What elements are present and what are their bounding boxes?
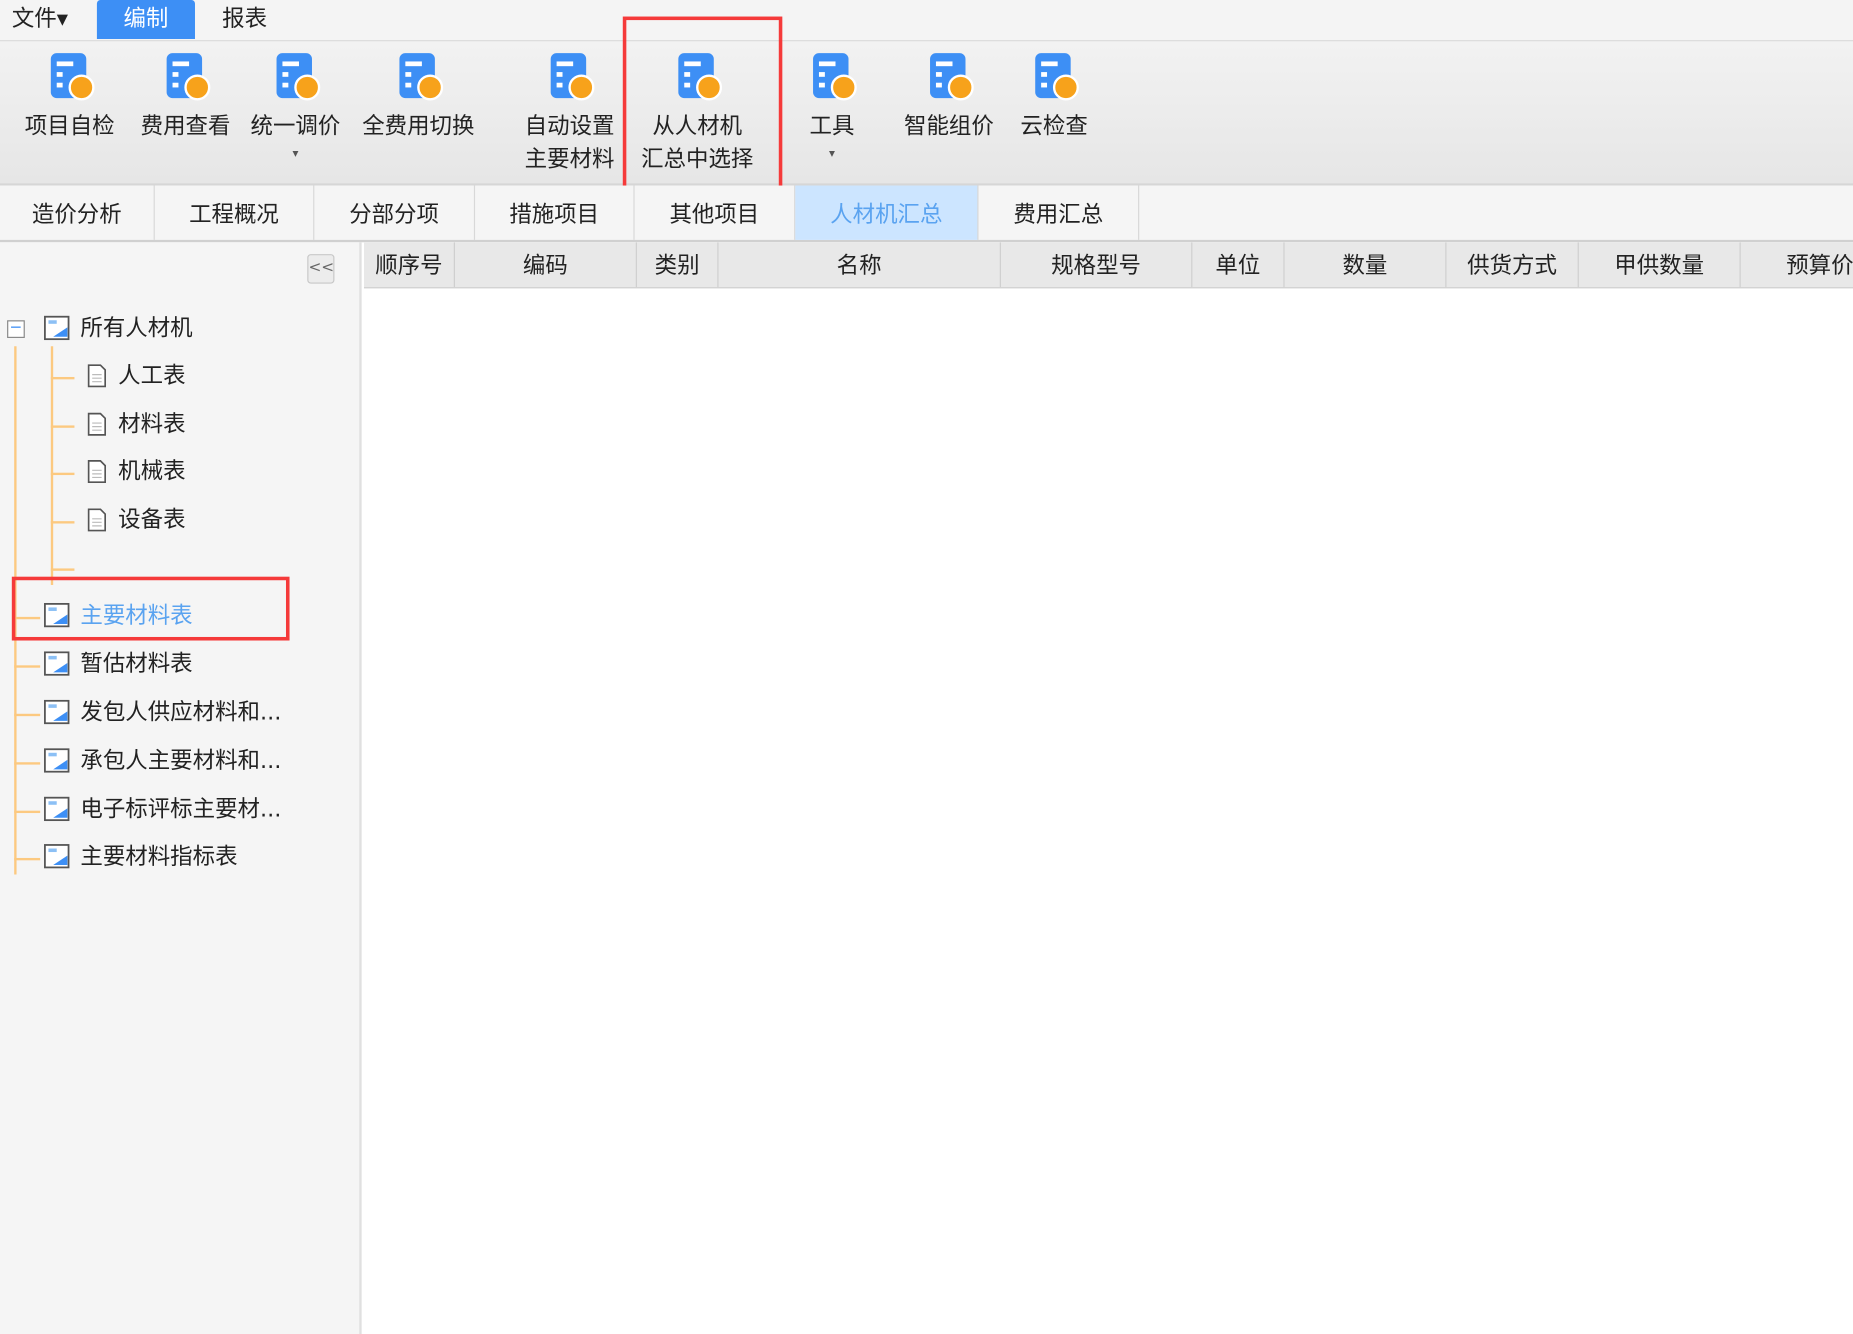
tab-2[interactable]: 工程概况 xyxy=(155,185,315,240)
tree-line xyxy=(14,810,41,814)
tab-5[interactable]: 其他项目 xyxy=(635,185,796,240)
cloud-check-icon xyxy=(989,51,1119,103)
table-icon xyxy=(44,315,72,353)
button-label-line2: 主要材料 xyxy=(524,146,615,173)
table-icon xyxy=(44,699,72,737)
column-header[interactable]: 数量 xyxy=(1285,242,1447,288)
column-header[interactable]: 预算价 xyxy=(1741,242,1853,287)
table-icon xyxy=(44,796,72,834)
tree-item-label: 人工表 xyxy=(118,362,186,389)
highlight-box-tree xyxy=(11,576,290,641)
ribbon-toolbar: 项目自检 费用查看 统一调价 ▾ 全费用切换 自动设置 主要材料 从人材机 汇总中选择 工具 ▾ 智能… xyxy=(0,41,1853,186)
tools-icon xyxy=(767,51,897,103)
ribbon-button-4[interactable]: 全费用切换 xyxy=(353,51,483,143)
column-header[interactable]: 单位 xyxy=(1192,242,1285,288)
dropdown-arrow-icon[interactable]: ▾ xyxy=(230,143,360,167)
button-label: 云检查 xyxy=(1020,113,1088,140)
tree-line xyxy=(50,472,75,476)
column-header[interactable]: 甲供数量 xyxy=(1579,242,1741,288)
dropdown-arrow-icon[interactable]: ▾ xyxy=(767,143,897,167)
document-icon xyxy=(86,411,107,446)
tree-item-label: 发包人供应材料和... xyxy=(80,699,282,726)
tree-line xyxy=(50,521,75,524)
tree-item-label: 电子标评标主要材... xyxy=(80,796,282,823)
column-header[interactable]: 规格型号 xyxy=(1001,242,1193,288)
tree-item-label: 设备表 xyxy=(118,506,186,533)
tree-line xyxy=(14,665,41,668)
ribbon-button-5[interactable]: 自动设置 主要材料 xyxy=(505,51,635,176)
view-tabs: 造价分析 工程概况 分部分项 措施项目 其他项目 人材机汇总 费用汇总 xyxy=(0,185,1853,243)
button-label: 统一调价 xyxy=(250,113,341,140)
auto-set-icon xyxy=(505,51,635,103)
column-header[interactable]: 顺序号 xyxy=(364,242,455,288)
menu-report[interactable]: 报表 xyxy=(210,0,279,39)
collapse-toggle-icon[interactable]: − xyxy=(7,320,25,338)
menu-file[interactable]: 文件▾ xyxy=(0,0,80,39)
table-icon xyxy=(44,651,72,688)
tree-item-label: 主要材料指标表 xyxy=(80,843,238,870)
tab-3[interactable]: 分部分项 xyxy=(314,185,476,240)
tree-item-label: 材料表 xyxy=(118,411,186,438)
tree-line xyxy=(14,713,41,717)
table-icon xyxy=(44,844,72,881)
tree-line xyxy=(50,568,75,571)
tree-line xyxy=(50,376,75,380)
column-header[interactable]: 类别 xyxy=(637,242,719,288)
button-label: 自动设置 xyxy=(524,113,615,140)
full-cost-switch-icon xyxy=(353,51,483,103)
tab-4[interactable]: 措施项目 xyxy=(475,185,635,240)
project-check-icon xyxy=(5,51,135,103)
table-icon xyxy=(44,748,72,785)
menu-edit[interactable]: 编制 xyxy=(96,0,195,39)
document-icon xyxy=(86,459,107,494)
tab-7[interactable]: 费用汇总 xyxy=(978,185,1140,240)
document-icon xyxy=(86,507,107,542)
column-header[interactable]: 名称 xyxy=(719,242,1001,288)
tree-line xyxy=(14,762,41,765)
tree-item-label: 机械表 xyxy=(118,458,186,485)
data-grid: 顺序号 编码 类别 名称 规格型号 单位 数量 供货方式 甲供数量 预算价 xyxy=(363,242,1853,1334)
ribbon-button-1[interactable]: 项目自检 xyxy=(5,51,135,143)
tab-6[interactable]: 人材机汇总 xyxy=(795,185,979,240)
menu-bar: 文件▾ 编制 报表 xyxy=(0,0,1853,42)
button-label: 项目自检 xyxy=(24,113,115,140)
tree-line xyxy=(50,346,54,585)
column-header[interactable]: 供货方式 xyxy=(1446,242,1579,288)
sidebar: << −所有人材机人工表材料表机械表设备表主材表主要材料表暂估材料表发包人供应材… xyxy=(0,242,362,1334)
document-icon xyxy=(86,363,107,398)
grid-header: 顺序号 编码 类别 名称 规格型号 单位 数量 供货方式 甲供数量 预算价 xyxy=(363,242,1853,289)
tree-item-label: 承包人主要材料和... xyxy=(80,748,282,775)
ribbon-button-9[interactable]: 云检查 xyxy=(989,51,1119,143)
tree-item-label: 暂估材料表 xyxy=(80,651,193,678)
tree-line xyxy=(14,857,41,861)
unified-price-icon xyxy=(230,51,360,103)
tree-item-label: 所有人材机 xyxy=(80,315,193,342)
button-label: 工具 xyxy=(809,113,855,140)
ribbon-button-3[interactable]: 统一调价 ▾ xyxy=(230,51,360,167)
column-header[interactable]: 编码 xyxy=(455,242,637,288)
highlight-box-ribbon xyxy=(622,16,783,201)
ribbon-button-7[interactable]: 工具 ▾ xyxy=(767,51,897,167)
tab-1[interactable]: 造价分析 xyxy=(0,185,155,240)
button-label: 全费用切换 xyxy=(362,113,475,140)
collapse-button[interactable]: << xyxy=(307,254,335,284)
tree-line xyxy=(50,425,75,428)
